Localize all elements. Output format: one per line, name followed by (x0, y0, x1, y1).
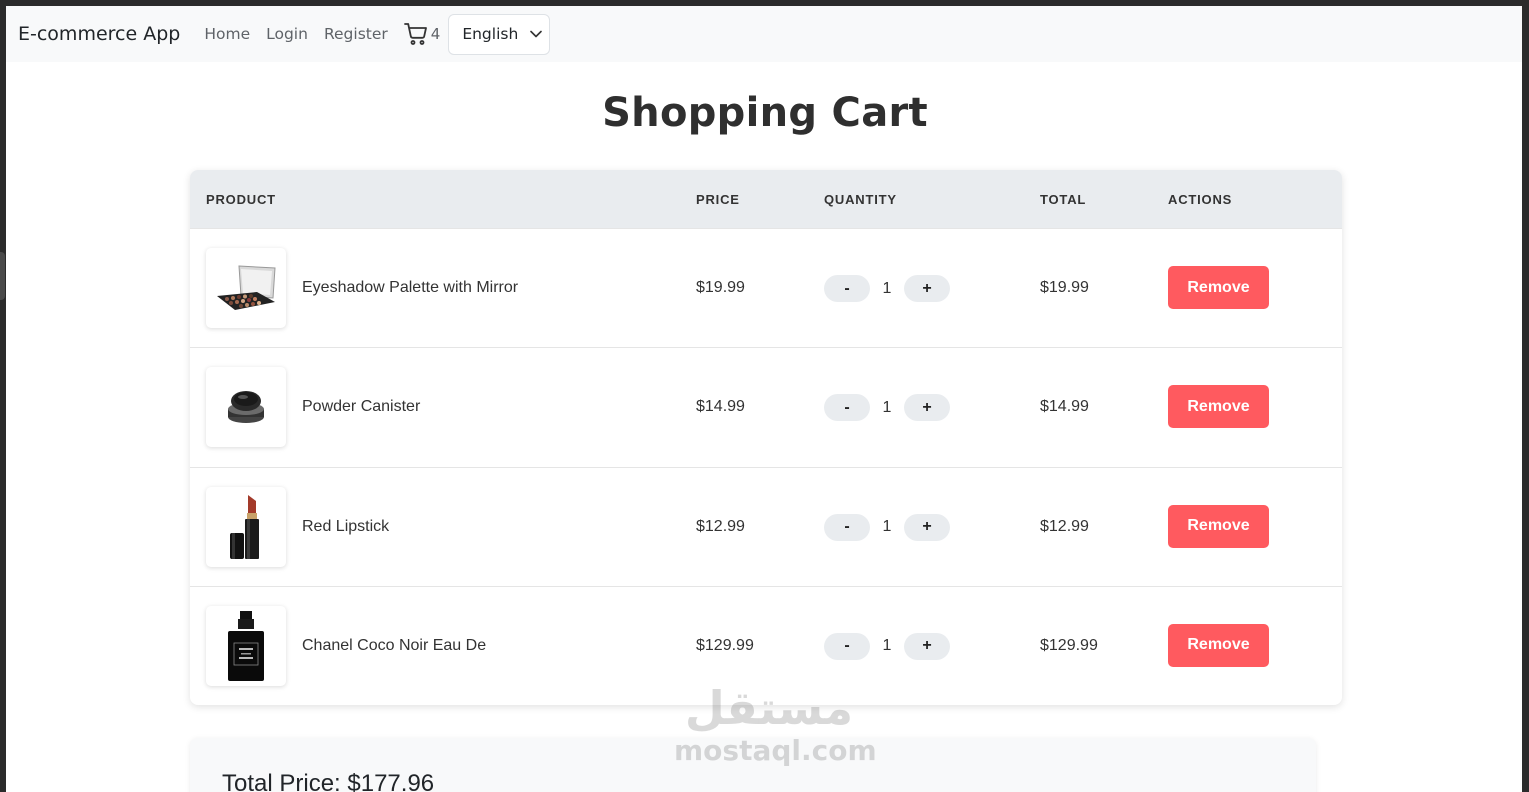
increment-button[interactable]: + (904, 632, 950, 660)
header-product: PRODUCT (206, 191, 276, 207)
decrement-button[interactable]: - (824, 513, 870, 541)
decrement-button[interactable]: - (824, 394, 870, 422)
brand-title[interactable]: E-commerce App (18, 23, 180, 45)
cart-link[interactable]: 4 (403, 22, 441, 46)
quantity-value: 1 (882, 279, 892, 297)
quantity-stepper: - 1 + (824, 275, 950, 302)
language-select-value: English (462, 25, 519, 43)
decrement-button[interactable]: - (824, 275, 870, 302)
header-price: PRICE (696, 191, 740, 207)
cart-summary: Total Price: $177.96 (190, 738, 1316, 792)
row-total: $129.99 (1040, 636, 1098, 654)
window-scrollbar[interactable] (1522, 6, 1529, 792)
window-edge-tab (0, 252, 5, 300)
page-title: Shopping Cart (602, 90, 928, 136)
increment-button[interactable]: + (904, 394, 950, 422)
product-image[interactable] (206, 486, 286, 567)
chevron-down-icon (530, 30, 543, 38)
product-price: $12.99 (696, 517, 745, 535)
product-price: $129.99 (696, 636, 754, 654)
cart-table: PRODUCT PRICE QUANTITY TOTAL ACTIONS Eye… (190, 170, 1342, 705)
cart-count-badge: 4 (430, 25, 441, 43)
increment-button[interactable]: + (904, 513, 950, 541)
quantity-stepper: - 1 + (824, 513, 950, 541)
remove-button[interactable]: Remove (1168, 385, 1269, 429)
header-quantity: QUANTITY (824, 191, 897, 207)
product-name: Eyeshadow Palette with Mirror (302, 279, 519, 296)
product-price: $14.99 (696, 398, 745, 416)
eyeshadow-palette-icon (217, 265, 276, 310)
remove-button[interactable]: Remove (1168, 266, 1269, 309)
row-total: $19.99 (1040, 279, 1089, 296)
navbar: E-commerce App Home Login Register 4 Eng… (6, 6, 1522, 62)
row-total: $12.99 (1040, 517, 1089, 535)
powder-canister-icon (228, 391, 264, 424)
header-actions: ACTIONS (1168, 191, 1233, 207)
nav-link-register[interactable]: Register (324, 25, 388, 43)
cart-icon (403, 23, 427, 45)
table-row: Red Lipstick $12.99 - 1 + $12.99 Remove (190, 466, 1342, 586)
perfume-bottle-icon (228, 610, 264, 681)
product-image[interactable] (206, 248, 286, 328)
remove-button[interactable]: Remove (1168, 623, 1269, 667)
table-row: Chanel Coco Noir Eau De $129.99 - 1 + $1… (190, 585, 1342, 705)
product-name: Red Lipstick (302, 517, 390, 535)
quantity-stepper: - 1 + (824, 394, 950, 422)
product-image[interactable] (206, 605, 286, 686)
header-total: TOTAL (1040, 191, 1087, 207)
product-price: $19.99 (696, 279, 745, 296)
quantity-value: 1 (882, 637, 892, 655)
product-image[interactable] (206, 367, 286, 448)
table-header: PRODUCT PRICE QUANTITY TOTAL ACTIONS (190, 170, 1342, 228)
product-name: Chanel Coco Noir Eau De (302, 636, 487, 654)
table-row: Powder Canister $14.99 - 1 + $14.99 Remo… (190, 347, 1342, 466)
total-price: Total Price: $177.96 (222, 770, 435, 792)
lipstick-icon (230, 494, 259, 559)
product-name: Powder Canister (302, 398, 421, 416)
table-row: Eyeshadow Palette with Mirror $19.99 - 1… (190, 228, 1342, 347)
increment-button[interactable]: + (904, 275, 950, 302)
quantity-value: 1 (882, 398, 892, 416)
nav-link-login[interactable]: Login (266, 25, 308, 43)
quantity-stepper: - 1 + (824, 632, 950, 660)
browser-viewport: E-commerce App Home Login Register 4 Eng… (6, 6, 1522, 792)
quantity-value: 1 (882, 518, 892, 535)
language-select[interactable]: English (448, 13, 551, 55)
row-total: $14.99 (1040, 398, 1089, 416)
remove-button[interactable]: Remove (1168, 504, 1269, 548)
decrement-button[interactable]: - (824, 632, 870, 660)
nav-link-home[interactable]: Home (204, 25, 250, 43)
